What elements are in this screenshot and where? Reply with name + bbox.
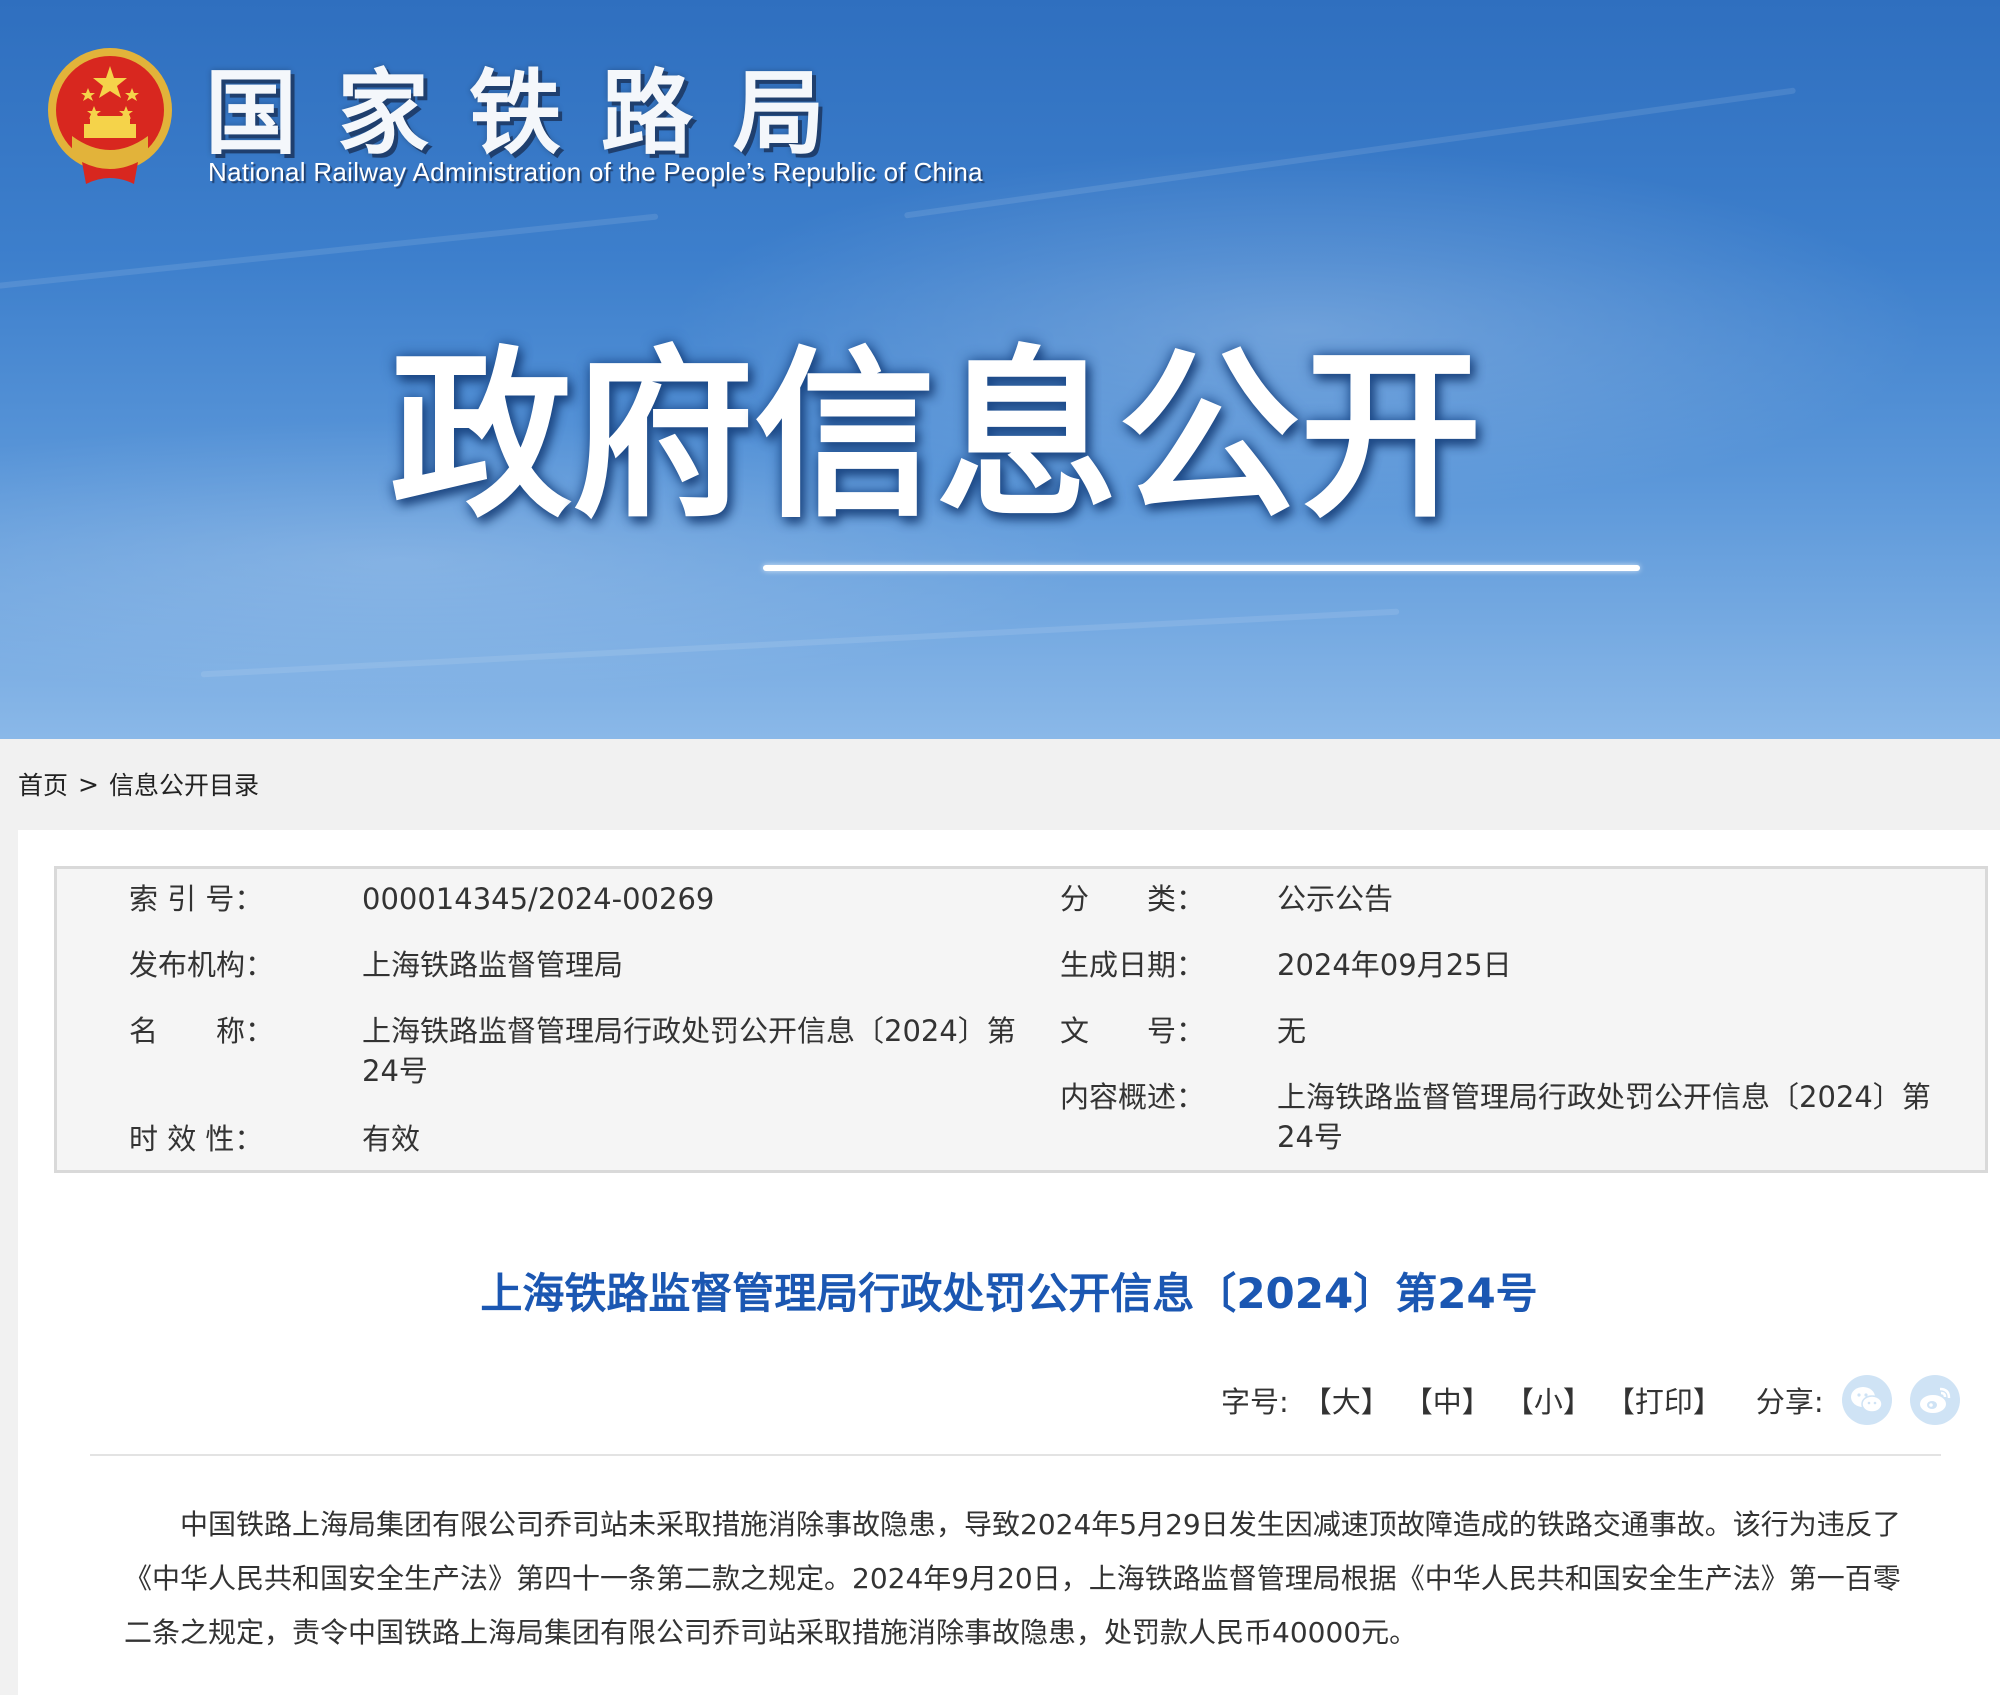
logo-char: 局 <box>732 58 825 167</box>
article-title: 上海铁路监督管理局行政处罚公开信息〔2024〕第24号 <box>480 1269 1538 1318</box>
validity-label: 时 效 性： <box>129 1122 264 1156</box>
summary-label: 内容概述： <box>1060 1080 1206 1114</box>
cloud-streak <box>0 213 659 293</box>
banner-underline <box>763 565 1640 571</box>
banner-title: 政 府 信 息 公 开 <box>390 320 1482 542</box>
banner-title-char: 公 <box>1118 329 1300 542</box>
doc-number-value: 无 <box>1277 1014 1307 1048</box>
breadcrumb-separator: > <box>78 769 99 799</box>
name-label: 名 称： <box>129 1014 275 1048</box>
font-size-label: 字号: <box>1221 1385 1289 1419</box>
agency-logo-chinese[interactable]: 国 家 铁 路 局 <box>205 50 825 167</box>
date-value: 2024年09月25日 <box>1277 948 1512 982</box>
font-large-button[interactable]: 【大】 <box>1303 1379 1390 1421</box>
article-toolbar: 字号: 【大】 【中】 【小】 【打印】 分享: <box>1221 1375 1960 1425</box>
index-value: 000014345/2024-00269 <box>362 882 715 916</box>
logo-char: 路 <box>600 58 693 167</box>
breadcrumb: 首页 > 信息公开目录 <box>18 766 259 802</box>
category-value: 公示公告 <box>1277 882 1394 916</box>
publisher-value: 上海铁路监督管理局 <box>362 948 624 982</box>
banner-title-char: 府 <box>572 329 754 542</box>
index-label: 索 引 号： <box>129 882 264 916</box>
cloud-streak <box>200 608 1400 678</box>
weibo-icon[interactable] <box>1909 1375 1960 1425</box>
print-button[interactable]: 【打印】 <box>1606 1379 1722 1421</box>
document-info-table: 索 引 号： 000014345/2024-00269 分 类： 公示公告 发布… <box>54 866 1988 1173</box>
category-label: 分 类： <box>1060 882 1206 916</box>
summary-value: 上海铁路监督管理局行政处罚公开信息〔2024〕第24号 <box>1277 1080 1931 1154</box>
logo-char: 家 <box>336 58 429 167</box>
date-label: 生成日期： <box>1060 948 1206 982</box>
banner-title-char: 信 <box>754 329 936 542</box>
logo-char: 铁 <box>468 58 561 167</box>
share-label: 分享: <box>1755 1385 1824 1419</box>
publisher-label: 发布机构： <box>129 948 275 982</box>
name-value: 上海铁路监督管理局行政处罚公开信息〔2024〕第24号 <box>362 1014 1016 1088</box>
breadcrumb-home-link[interactable]: 首页 <box>18 766 68 802</box>
national-emblem-icon <box>48 48 172 184</box>
header-banner: 国 家 铁 路 局 National Railway Administratio… <box>0 0 2000 739</box>
logo-char: 国 <box>205 58 298 167</box>
font-small-button[interactable]: 【小】 <box>1505 1379 1592 1421</box>
banner-title-char: 息 <box>936 329 1118 542</box>
banner-title-char: 政 <box>390 329 572 542</box>
cloud-streak <box>903 87 1797 219</box>
doc-number-label: 文 号： <box>1060 1014 1206 1048</box>
validity-value: 有效 <box>362 1122 421 1156</box>
content-card: 索 引 号： 000014345/2024-00269 分 类： 公示公告 发布… <box>18 830 2000 1695</box>
banner-title-char: 开 <box>1300 329 1482 542</box>
article-body: 中国铁路上海局集团有限公司乔司站未采取措施消除事故隐患，导致2024年5月29日… <box>124 1508 1901 1649</box>
breadcrumb-current-link[interactable]: 信息公开目录 <box>109 766 259 802</box>
content-divider <box>90 1454 1941 1456</box>
agency-logo-english: National Railway Administration of the P… <box>208 157 983 187</box>
font-medium-button[interactable]: 【中】 <box>1404 1379 1491 1421</box>
wechat-icon[interactable] <box>1841 1375 1892 1425</box>
